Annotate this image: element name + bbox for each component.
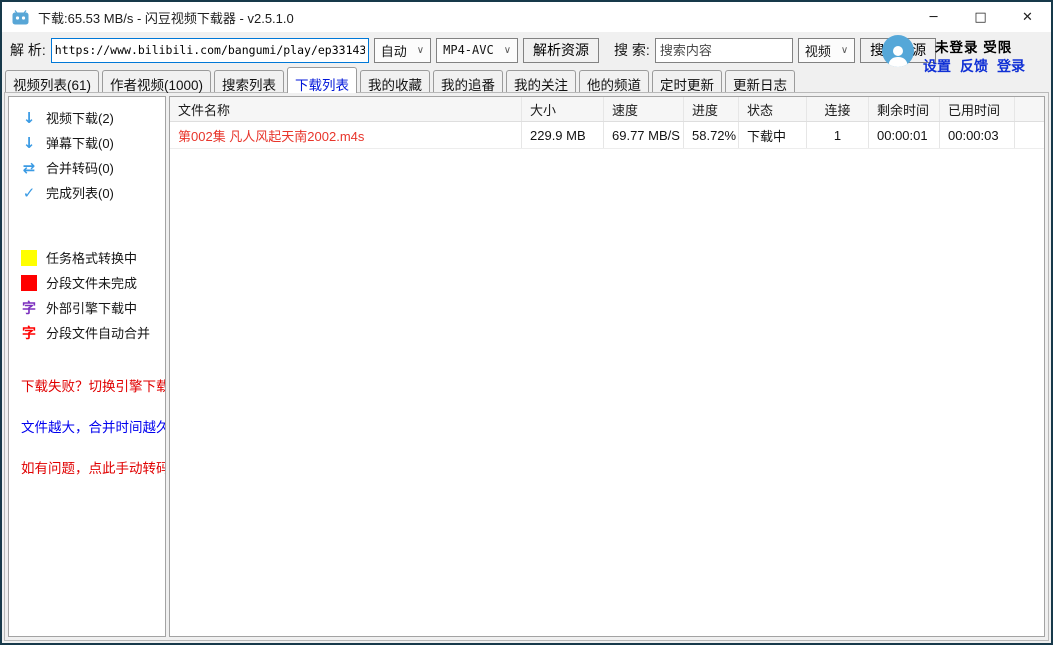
sidebar-notes: 下载失败？切换引擎下载 文件越大，合并时间越久 如有问题，点此手动转码 xyxy=(21,375,161,477)
status-legend: 任务格式转换中 分段文件未完成 字 外部引擎下载中 字 分段文件自动合并 xyxy=(21,245,161,345)
main-content: ↓ 视频下载(2) ↓ 弹幕下载(0) ⇄ 合并转码(0) ✓ 完成列表(0) … xyxy=(4,92,1049,641)
maximize-button[interactable]: □ xyxy=(957,2,1004,32)
legend-item-auto-merge: 字 分段文件自动合并 xyxy=(21,320,161,345)
download-table: 文件名称 大小 速度 进度 状态 连接 剩余时间 已用时间 第002集 凡人风起… xyxy=(169,96,1045,637)
mode-select-value: 自动 xyxy=(381,41,407,60)
search-type-select[interactable]: 视频 ∨ xyxy=(798,38,855,63)
legend-label: 外部引擎下载中 xyxy=(46,298,137,317)
search-input[interactable] xyxy=(655,38,793,63)
column-header-elapsed-time[interactable]: 已用时间 xyxy=(940,97,1015,121)
feedback-link[interactable]: 反馈 xyxy=(960,56,988,76)
column-header-speed[interactable]: 速度 xyxy=(604,97,684,121)
sidebar-item-danmaku-download[interactable]: ↓ 弹幕下载(0) xyxy=(21,130,161,155)
cell-progress: 58.72% xyxy=(684,122,739,148)
parse-label: 解 析: xyxy=(10,40,46,60)
chevron-down-icon: ∨ xyxy=(504,45,511,56)
purple-char-swatch: 字 xyxy=(21,298,37,318)
close-button[interactable]: ✕ xyxy=(1004,2,1051,32)
account-text: 未登录 受限 设置 反馈 登录 xyxy=(923,35,1025,78)
download-arrow-icon: ↓ xyxy=(21,134,37,152)
search-label: 搜 索: xyxy=(614,40,650,60)
tab-my-favorites[interactable]: 我的收藏 xyxy=(360,70,430,92)
tab-scheduled-update[interactable]: 定时更新 xyxy=(652,70,722,92)
cell-elapsed-time: 00:00:03 xyxy=(940,122,1015,148)
chevron-down-icon: ∨ xyxy=(417,45,424,56)
sidebar-item-label: 弹幕下载(0) xyxy=(46,133,114,152)
app-logo-icon xyxy=(12,10,29,25)
minimize-button[interactable]: ─ xyxy=(910,2,957,32)
column-header-progress[interactable]: 进度 xyxy=(684,97,739,121)
app-window: 下载:65.53 MB/s - 闪豆视频下载器 - v2.5.1.0 ─ □ ✕… xyxy=(0,0,1053,645)
window-controls: ─ □ ✕ xyxy=(910,2,1051,32)
avatar[interactable] xyxy=(882,35,914,67)
download-arrow-icon: ↓ xyxy=(21,109,37,127)
legend-label: 分段文件未完成 xyxy=(46,273,137,292)
tab-download-list[interactable]: 下载列表 xyxy=(287,67,357,93)
legend-label: 分段文件自动合并 xyxy=(46,323,150,342)
cell-filename: 第002集 凡人风起天南2002.m4s xyxy=(170,122,522,148)
title-bar: 下载:65.53 MB/s - 闪豆视频下载器 - v2.5.1.0 ─ □ ✕ xyxy=(2,2,1051,32)
settings-link[interactable]: 设置 xyxy=(923,56,951,76)
download-sidebar: ↓ 视频下载(2) ↓ 弹幕下载(0) ⇄ 合并转码(0) ✓ 完成列表(0) … xyxy=(8,96,166,637)
sidebar-item-label: 完成列表(0) xyxy=(46,183,114,202)
sidebar-item-completed-list[interactable]: ✓ 完成列表(0) xyxy=(21,180,161,205)
legend-item-external-engine: 字 外部引擎下载中 xyxy=(21,295,161,320)
login-status: 未登录 受限 xyxy=(923,36,1025,56)
tab-my-follows[interactable]: 我的关注 xyxy=(506,70,576,92)
table-header-row: 文件名称 大小 速度 进度 状态 连接 剩余时间 已用时间 xyxy=(170,97,1044,122)
cell-status: 下载中 xyxy=(739,122,807,148)
cell-speed: 69.77 MB/S xyxy=(604,122,684,148)
column-header-status[interactable]: 状态 xyxy=(739,97,807,121)
column-header-remaining-time[interactable]: 剩余时间 xyxy=(869,97,940,121)
sidebar-item-video-download[interactable]: ↓ 视频下载(2) xyxy=(21,105,161,130)
red-swatch xyxy=(21,275,37,291)
yellow-swatch xyxy=(21,250,37,266)
column-header-filename[interactable]: 文件名称 xyxy=(170,97,522,121)
note-merge-time: 文件越大，合并时间越久 xyxy=(21,416,161,436)
red-char-swatch: 字 xyxy=(21,323,37,343)
tab-changelog[interactable]: 更新日志 xyxy=(725,70,795,92)
cell-connections: 1 xyxy=(807,122,869,148)
tab-my-bangumi[interactable]: 我的追番 xyxy=(433,70,503,92)
window-title: 下载:65.53 MB/s - 闪豆视频下载器 - v2.5.1.0 xyxy=(38,8,294,27)
check-icon: ✓ xyxy=(21,184,37,202)
column-header-connections[interactable]: 连接 xyxy=(807,97,869,121)
column-header-size[interactable]: 大小 xyxy=(522,97,604,121)
tab-video-list[interactable]: 视频列表(61) xyxy=(5,70,99,92)
mode-select[interactable]: 自动 ∨ xyxy=(374,38,431,63)
parse-resource-button[interactable]: 解析资源 xyxy=(523,38,599,63)
account-area: 未登录 受限 设置 反馈 登录 xyxy=(882,35,1025,78)
legend-item-converting: 任务格式转换中 xyxy=(21,245,161,270)
swap-arrows-icon: ⇄ xyxy=(21,159,37,177)
note-manual-transcode[interactable]: 如有问题，点此手动转码 xyxy=(21,457,161,477)
format-select[interactable]: MP4-AVC ∨ xyxy=(436,38,518,63)
tab-his-channel[interactable]: 他的频道 xyxy=(579,70,649,92)
login-link[interactable]: 登录 xyxy=(997,56,1025,76)
format-select-value: MP4-AVC xyxy=(443,43,494,57)
search-type-value: 视频 xyxy=(805,41,831,60)
sidebar-item-label: 合并转码(0) xyxy=(46,158,114,177)
tab-search-list[interactable]: 搜索列表 xyxy=(214,70,284,92)
legend-label: 任务格式转换中 xyxy=(46,248,137,267)
sidebar-item-merge-transcode[interactable]: ⇄ 合并转码(0) xyxy=(21,155,161,180)
chevron-down-icon: ∨ xyxy=(841,45,848,56)
account-links: 设置 反馈 登录 xyxy=(923,56,1025,76)
url-input[interactable] xyxy=(51,38,369,63)
cell-remaining-time: 00:00:01 xyxy=(869,122,940,148)
user-icon xyxy=(885,43,911,67)
legend-item-segment-incomplete: 分段文件未完成 xyxy=(21,270,161,295)
tab-author-videos[interactable]: 作者视频(1000) xyxy=(102,70,211,92)
note-switch-engine[interactable]: 下载失败？切换引擎下载 xyxy=(21,375,161,395)
table-row[interactable]: 第002集 凡人风起天南2002.m4s 229.9 MB 69.77 MB/S… xyxy=(170,122,1044,149)
cell-size: 229.9 MB xyxy=(522,122,604,148)
sidebar-item-label: 视频下载(2) xyxy=(46,108,114,127)
